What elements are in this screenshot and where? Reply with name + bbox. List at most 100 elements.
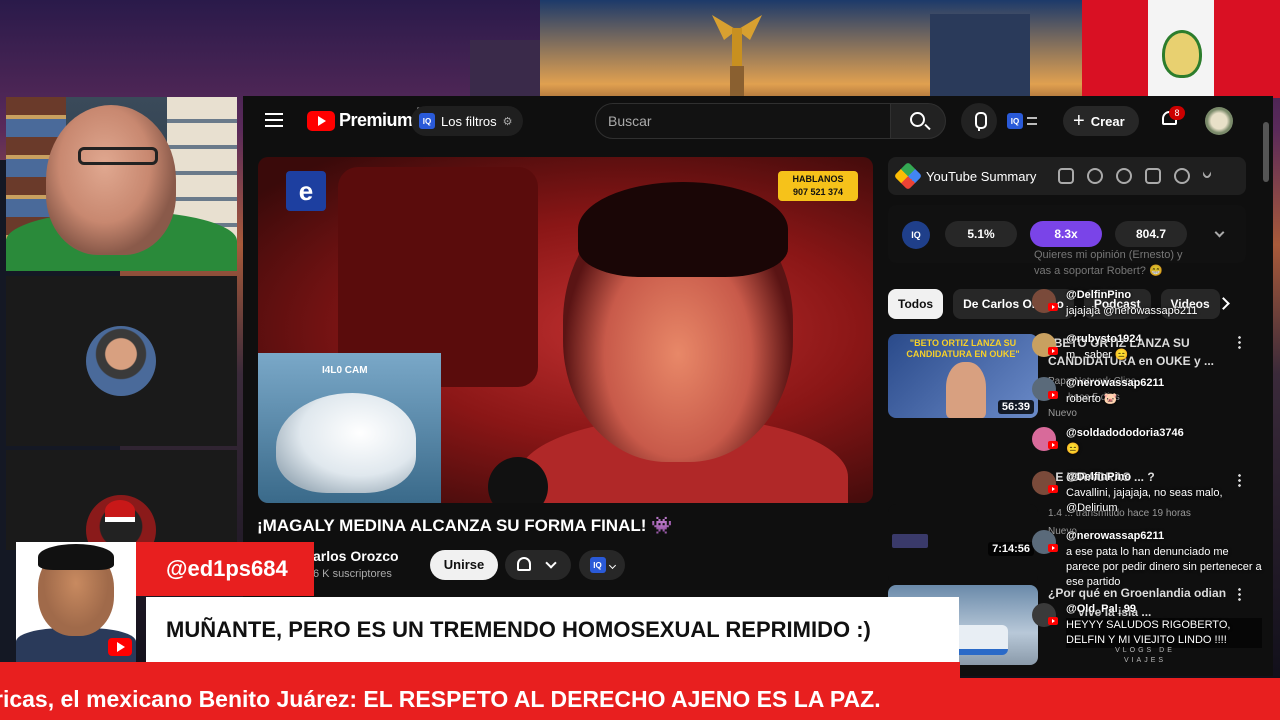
bell-icon [517,557,531,571]
inset-label: I4L0 CAM [322,365,368,376]
chat-username: @nerowassap6211 [1066,530,1165,542]
santa-hat-icon [105,500,135,522]
chat-text: Cavallini, jajajaja, no seas malo, @Deli… [1066,487,1223,514]
youtube-icon [1048,347,1058,355]
sliders-icon: ⚙ [502,115,513,128]
thumbnail-caption: "BETO ORTIZ LANZA SU CANDIDATURA EN OUKE… [906,338,1020,359]
chat-text: jajajaja @nerowassap6211 [1066,305,1198,317]
search-button[interactable] [890,103,946,139]
chat-username: @soldadododoria3746 [1066,427,1184,439]
live-chat-overlay: Quieres mi opinión (Ernesto) y vas a sop… [1030,245,1262,685]
vlogs-watermark: VLOGS DE VIAJES [1115,647,1175,664]
news-ticker: ricas, el mexicano Benito Juárez: EL RES… [0,678,1280,720]
video-duration: 56:39 [997,400,1034,414]
stat-multiplier: 8.3x [1030,221,1102,247]
youtube-icon [1048,303,1058,311]
stream-scene: Premium PE IQ Los filtros ⚙ Buscar IQ + … [0,0,1280,720]
chat-text: roberto 🐷 [1066,393,1118,405]
iq-icon: IQ [589,557,606,573]
chat-text: m.. saber 😑 [1066,349,1129,361]
summary-logo-icon [893,161,923,191]
filters-label: Los filtros [441,113,497,129]
guest-avatar [86,326,156,396]
iq-icon: IQ [902,221,930,249]
list-icon [1027,117,1037,125]
menu-icon[interactable] [265,113,283,127]
beluga-inset: I4L0 CAM [258,353,441,503]
create-button[interactable]: + Crear [1063,106,1139,136]
scrollbar[interactable] [1263,122,1269,182]
glasses-icon[interactable] [1116,168,1133,184]
chat-username: @nerowassap6211 [1066,377,1165,389]
youtube-top-bar: Premium PE IQ Los filtros ⚙ Buscar IQ + … [243,96,1273,146]
stat-views-per-hour: 804.7 [1115,221,1187,247]
chevron-down-icon [545,557,557,569]
recommendation-thumbnail[interactable]: "BETO ORTIZ LANZA SU CANDIDATURA EN OUKE… [888,334,1038,418]
chat-text: 😑 [1066,443,1080,455]
profile-avatar[interactable] [1205,107,1233,135]
chip-all[interactable]: Todos [888,289,944,319]
chat-text: a ese pata lo han denunciado me parece p… [1066,546,1262,588]
openai-icon[interactable] [1087,168,1104,184]
youtube-icon [1048,441,1058,449]
more-options-icon[interactable] [1238,473,1241,487]
filters-button[interactable]: IQ Los filtros ⚙ [411,106,523,136]
angel-monument-icon [712,15,762,96]
recommendation-thumbnail[interactable]: 7:14:56 [888,504,1038,584]
youtube-icon [108,638,132,656]
youtube-icon [1048,485,1058,493]
chevron-down-icon[interactable] [1201,168,1213,180]
chat-username: @DelfinPino [1066,471,1132,483]
channel-logo: e [286,171,326,211]
search-input[interactable]: Buscar [595,103,891,139]
youtube-icon [1048,617,1058,625]
video-player[interactable]: e HABLANOS 907 521 374 I4L0 CAM [258,157,873,503]
commenter-handle: @ed1ps684 [136,542,314,596]
waveform-icon[interactable] [1145,168,1162,184]
iq-icon: IQ [419,113,435,129]
plus-icon: + [1073,110,1085,132]
video-duration: 7:14:56 [988,542,1034,556]
notifications-button[interactable]: 8 [1159,106,1185,132]
youtube-icon [1048,391,1058,399]
gear-icon[interactable] [1174,168,1191,184]
beluga-image [276,393,416,493]
chevron-down-icon [608,561,616,569]
youtube-icon [1048,544,1058,552]
chat-username: @DelfinPino [1066,289,1132,301]
subscription-bell-button[interactable] [505,550,571,580]
highlighted-comment: MUÑANTE, PERO ES UN TREMENDO HOMOSEXUAL … [146,597,959,662]
ticker-text: ricas, el mexicano Benito Juárez: EL RES… [0,686,881,712]
host-webcam [6,97,237,271]
voice-search-button[interactable] [961,103,997,139]
search-icon [910,112,925,127]
notification-badge: 8 [1169,106,1185,120]
subscriber-count: 6 K suscriptores [313,568,392,580]
iq-menu-button[interactable]: IQ [579,550,625,580]
chat-text: HEYYY SALUDOS RIGOBERTO, DELFIN Y MI VIE… [1066,618,1262,648]
contact-badge: HABLANOS 907 521 374 [778,171,858,201]
more-options-icon[interactable] [1238,335,1241,349]
peru-flag [1082,0,1280,98]
featured-person-photo [16,542,136,662]
chevron-down-icon[interactable] [1214,227,1225,238]
chat-ghost-line: vas a soportar Robert? 😁 [1034,265,1163,277]
robot-icon[interactable] [1058,168,1075,184]
iq-icon: IQ [1007,113,1023,129]
red-strip [0,662,960,678]
iq-extension-button[interactable]: IQ [1007,108,1043,134]
more-options-icon[interactable] [1238,587,1241,601]
youtube-play-icon [307,110,335,131]
stat-engagement: 5.1% [945,221,1017,247]
chat-username: @Old_Pal_99 [1066,603,1137,615]
join-button[interactable]: Unirse [430,550,498,580]
video-title: ¡MAGALY MEDINA ALCANZA SU FORMA FINAL! 👾 [257,516,673,535]
channel-name[interactable]: arlos Orozco [313,548,399,564]
summary-title: YouTube Summary [926,168,1037,184]
create-label: Crear [1090,113,1125,129]
guest-webcam [6,276,237,446]
chat-username: @rubysto1924 [1066,333,1142,345]
brand-text: Premium [339,110,413,130]
building [930,14,1030,104]
summary-bar[interactable]: YouTube Summary [888,157,1246,195]
